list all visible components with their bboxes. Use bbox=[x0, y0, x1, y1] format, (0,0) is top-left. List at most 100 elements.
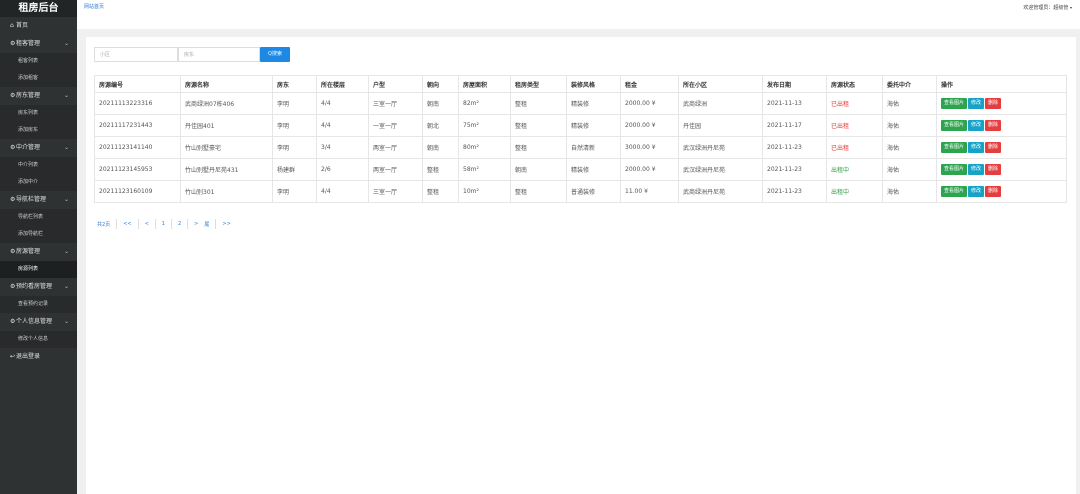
status-badge: 出租中 bbox=[826, 180, 883, 203]
sidebar-item-8[interactable]: ↩退出登录 bbox=[0, 348, 77, 366]
sidebar-subitem[interactable]: 添加房东 bbox=[0, 122, 77, 139]
sidebar-subitem[interactable]: 添加中介 bbox=[0, 174, 77, 191]
next-page-link[interactable]: > bbox=[194, 221, 198, 227]
table-cell: 自然清新 bbox=[566, 136, 621, 159]
delete-button[interactable]: 删除 bbox=[985, 120, 1002, 131]
sidebar-item-4[interactable]: ⚙导航栏管理 ⌄ bbox=[0, 191, 77, 209]
table-cell: 丹佳园 bbox=[678, 114, 763, 137]
sidebar-subitem[interactable]: 添加租客 bbox=[0, 70, 77, 87]
table-cell: 杨建群 bbox=[272, 158, 317, 181]
pager-divider bbox=[116, 219, 118, 229]
edit-button[interactable]: 修改 bbox=[968, 120, 985, 131]
table-cell: 海佑 bbox=[882, 158, 937, 181]
sidebar-item-label: 房东管理 bbox=[16, 92, 41, 99]
edit-button[interactable]: 修改 bbox=[968, 142, 985, 153]
table-cell: 4/4 bbox=[316, 92, 369, 115]
delete-button[interactable]: 删除 bbox=[985, 98, 1002, 109]
chevron-down-icon: ⌄ bbox=[63, 92, 69, 99]
sidebar-nav: ⌂ 首页 ⚙租客管理 ⌄ 租客列表 添加租客 ⚙房东管理 ⌄ 房东列表 添加房东 ⚙中介管理 ⌄ 中介列… bbox=[0, 17, 77, 366]
home-link[interactable]: 网站首页 bbox=[84, 3, 104, 10]
status-badge: 已出租 bbox=[826, 114, 883, 137]
edit-button[interactable]: 修改 bbox=[968, 164, 985, 175]
first-page-link[interactable]: << bbox=[123, 221, 131, 227]
table-row: 20211123141140 竹山别墅豪宅 李明 3/4 两室一厅 朝南 80m² 整租 自然清… bbox=[94, 136, 1067, 159]
table-cell: 2021-11-23 bbox=[762, 180, 827, 203]
sidebar-item-0[interactable]: ⌂ 首页 bbox=[0, 17, 77, 35]
view-images-button[interactable]: 查看图片 bbox=[941, 164, 968, 175]
tail-page-link[interactable]: 尾 bbox=[204, 221, 209, 228]
table-cell: 海佑 bbox=[882, 136, 937, 159]
table-row: 20211123145953 竹山别墅丹尼苑431 杨建群 2/6 两室一厅 整租 58m²… bbox=[94, 158, 1067, 181]
sidebar-item-7[interactable]: ⚙个人信息管理 ⌄ bbox=[0, 313, 77, 331]
pager-divider bbox=[137, 219, 139, 229]
pager-divider bbox=[154, 219, 156, 229]
sidebar-subitem[interactable]: 房源列表 bbox=[0, 261, 77, 278]
table-header-row: 房源编号 房源名称 房东 所在楼层 户型 朝向 房屋面积 租房类型 装修风格 租金 所在小区 发布日期… bbox=[94, 75, 1067, 93]
welcome-text: 欢迎管理员： bbox=[1023, 5, 1054, 11]
table-cell: 整租 bbox=[510, 114, 567, 137]
sidebar-item-3[interactable]: ⚙中介管理 ⌄ bbox=[0, 139, 77, 157]
sidebar-item-5[interactable]: ⚙房源管理 ⌄ bbox=[0, 243, 77, 261]
community-search-input[interactable] bbox=[94, 47, 178, 62]
table-cell: 武商绿洲07栋406 bbox=[180, 92, 273, 115]
table-cell: 三室一厅 bbox=[368, 92, 423, 115]
sidebar-subitem[interactable]: 中介列表 bbox=[0, 157, 77, 174]
main-content: Q搜索 房源编号房源名称房东所在楼层户型朝向房屋面积租房类型装修风格租金所在小区… bbox=[86, 37, 1076, 494]
chevron-down-icon: ⌄ bbox=[63, 40, 69, 47]
prev-page-link[interactable]: < bbox=[145, 221, 149, 227]
sidebar-item-label: 导航栏管理 bbox=[16, 196, 47, 203]
table-cell: 李明 bbox=[272, 180, 317, 203]
row-actions: 查看图片 修改 删除 bbox=[936, 180, 1067, 203]
sidebar-item-6[interactable]: ⚙预约看房管理 ⌄ bbox=[0, 278, 77, 296]
table-cell: 海佑 bbox=[882, 92, 937, 115]
sidebar-item-2[interactable]: ⚙房东管理 ⌄ bbox=[0, 87, 77, 105]
row-actions: 查看图片 修改 删除 bbox=[936, 158, 1067, 181]
table-cell: 朝南 bbox=[422, 136, 459, 159]
page-link-1[interactable]: 1 bbox=[162, 221, 165, 227]
table-cell: 朝北 bbox=[422, 114, 459, 137]
table-cell: 精装修 bbox=[566, 114, 621, 137]
column-header: 朝向 bbox=[422, 75, 459, 93]
table-cell: 竹山别301 bbox=[180, 180, 273, 203]
sidebar: 租房后台 ⌂ 首页 ⚙租客管理 ⌄ 租客列表 添加租客 ⚙房东管理 ⌄ 房东列表 添加房东 ⚙中介管… bbox=[0, 0, 77, 494]
edit-button[interactable]: 修改 bbox=[968, 98, 985, 109]
landlord-search-input[interactable] bbox=[178, 47, 260, 62]
table-cell: 10m² bbox=[458, 180, 511, 203]
sidebar-subitem[interactable]: 房东列表 bbox=[0, 105, 77, 122]
edit-button[interactable]: 修改 bbox=[968, 186, 985, 197]
view-images-button[interactable]: 查看图片 bbox=[941, 186, 968, 197]
status-badge: 已出租 bbox=[826, 136, 883, 159]
last-page-link[interactable]: >> bbox=[222, 221, 230, 227]
view-images-button[interactable]: 查看图片 bbox=[941, 142, 968, 153]
table-cell: 一室一厅 bbox=[368, 114, 423, 137]
sidebar-subitem[interactable]: 查看预约记录 bbox=[0, 296, 77, 313]
sidebar-subitem[interactable]: 导航栏列表 bbox=[0, 209, 77, 226]
sidebar-item-label: 中介管理 bbox=[16, 144, 41, 151]
view-images-button[interactable]: 查看图片 bbox=[941, 120, 968, 131]
page-total: 共2页 bbox=[97, 221, 111, 228]
table-cell: 精装修 bbox=[566, 92, 621, 115]
search-button[interactable]: Q搜索 bbox=[260, 47, 290, 62]
sidebar-item-1[interactable]: ⚙租客管理 ⌄ bbox=[0, 35, 77, 53]
column-header: 房源名称 bbox=[180, 75, 273, 93]
delete-button[interactable]: 删除 bbox=[985, 142, 1002, 153]
chevron-down-icon: ⌄ bbox=[63, 318, 69, 325]
sidebar-subitem[interactable]: 添加导航栏 bbox=[0, 226, 77, 243]
delete-button[interactable]: 删除 bbox=[985, 186, 1002, 197]
row-actions: 查看图片 修改 删除 bbox=[936, 114, 1067, 137]
view-images-button[interactable]: 查看图片 bbox=[941, 98, 968, 109]
table-cell: 20211113223316 bbox=[94, 92, 181, 115]
table-cell: 2/6 bbox=[316, 158, 369, 181]
page-link-2[interactable]: 2 bbox=[178, 221, 181, 227]
table-cell: 普通装修 bbox=[566, 180, 621, 203]
column-header: 所在小区 bbox=[678, 75, 763, 93]
sidebar-subitem[interactable]: 修改个人信息 bbox=[0, 331, 77, 348]
pager-divider bbox=[215, 219, 217, 229]
sidebar-subitem[interactable]: 租客列表 bbox=[0, 53, 77, 70]
column-header: 房源编号 bbox=[94, 75, 181, 93]
user-menu[interactable]: 欢迎管理员：超级管 ▾ bbox=[1023, 4, 1072, 11]
table-cell: 整租 bbox=[510, 180, 567, 203]
chevron-down-icon: ▾ bbox=[1069, 5, 1072, 10]
delete-button[interactable]: 删除 bbox=[985, 164, 1002, 175]
row-actions: 查看图片 修改 删除 bbox=[936, 92, 1067, 115]
